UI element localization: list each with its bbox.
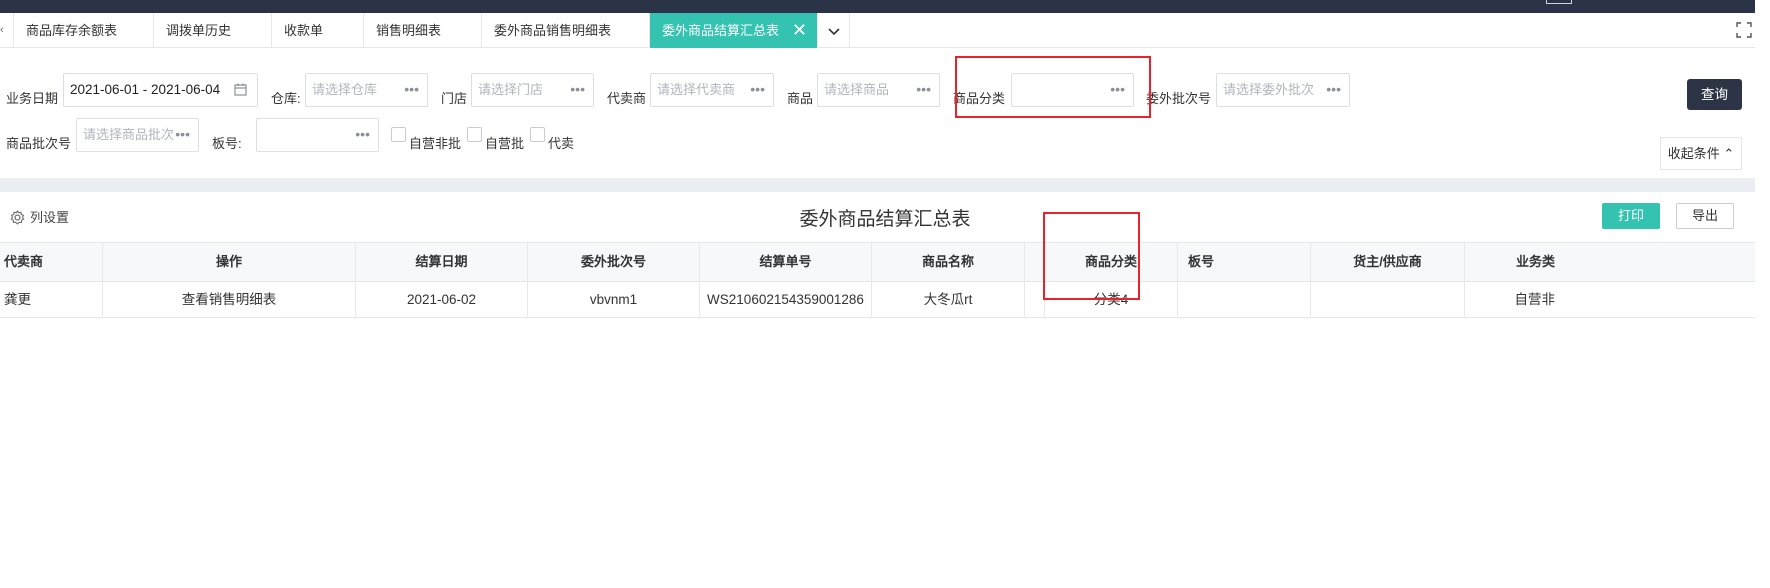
cell-product-name: 大冬瓜rt — [872, 282, 1025, 317]
store-label: 门店 — [441, 91, 468, 106]
tab-label: 委外商品销售明细表 — [494, 23, 612, 38]
report-title: 委外商品结算汇总表 — [799, 209, 971, 230]
date-range-value: 2021-06-01 - 2021-06-04 — [70, 82, 221, 97]
highlight-box-category-filter — [955, 56, 1151, 118]
tab-scroll-left-icon[interactable]: ‹ — [0, 13, 14, 48]
table-row[interactable]: 龚更 查看销售明细表 2021-06-02 vbvnm1 WS210602154… — [0, 282, 1770, 318]
filter-panel — [0, 48, 1770, 178]
more-dots-icon[interactable]: ••• — [175, 119, 190, 149]
tab-label: 销售明细表 — [376, 23, 442, 38]
self-batch-checkbox[interactable] — [467, 127, 482, 142]
self-batch-label: 自营批 — [485, 136, 525, 151]
date-label: 业务日期 — [6, 91, 59, 106]
fullscreen-icon[interactable] — [1736, 22, 1752, 38]
product-label: 商品 — [787, 91, 814, 106]
collapse-conditions-button[interactable]: 收起条件 ⌃ — [1660, 137, 1742, 170]
header-agent[interactable]: 代卖商 — [0, 243, 103, 281]
outsource-batch-placeholder: 请选择委外批次 — [1223, 82, 1315, 97]
tab-label: 商品库存余额表 — [26, 23, 118, 38]
outsource-batch-select[interactable]: 请选择委外批次 ••• — [1216, 73, 1350, 107]
tab-receipt[interactable]: 收款单 — [272, 13, 364, 48]
top-bar-window-control[interactable] — [1546, 0, 1572, 4]
tab-bar: ‹ 商品库存余额表 调拨单历史 收款单 销售明细表 委外商品销售明细表 委外商品… — [0, 13, 1770, 48]
tab-inventory-balance[interactable]: 商品库存余额表 — [14, 13, 154, 48]
tab-label: 委外商品结算汇总表 — [662, 23, 780, 38]
cell-settle-date: 2021-06-02 — [356, 282, 528, 317]
tab-more-chevron-down-icon[interactable] — [818, 13, 850, 48]
more-dots-icon[interactable]: ••• — [355, 119, 370, 149]
cell-business-type: 自营非 — [1514, 292, 1556, 307]
consign-label: 代卖 — [548, 136, 575, 151]
cell-owner-supplier — [1311, 282, 1465, 317]
cell-board-no — [1178, 282, 1311, 317]
header-owner-supplier[interactable]: 货主/供应商 — [1311, 243, 1465, 281]
tab-transfer-history[interactable]: 调拨单历史 — [154, 13, 272, 48]
view-sales-detail-link[interactable]: 查看销售明细表 — [103, 282, 356, 317]
tab-label: 调拨单历史 — [166, 23, 232, 38]
query-button[interactable]: 查询 — [1687, 79, 1742, 110]
more-dots-icon[interactable]: ••• — [750, 74, 765, 104]
product-batch-label: 商品批次号 — [6, 136, 72, 151]
tab-close-icon[interactable]: ✕ — [792, 13, 807, 48]
product-batch-placeholder: 请选择商品批次 — [83, 127, 175, 142]
tab-outsourced-sales-detail[interactable]: 委外商品销售明细表 — [482, 13, 650, 48]
header-settle-no[interactable]: 结算单号 — [700, 243, 872, 281]
header-product-name[interactable]: 商品名称 — [872, 243, 1025, 281]
tab-label: 收款单 — [284, 23, 324, 38]
more-dots-icon[interactable]: ••• — [404, 74, 419, 104]
scrollbar[interactable] — [1755, 0, 1770, 588]
header-board-no[interactable]: 板号 — [1178, 243, 1311, 281]
header-spacer — [1025, 243, 1045, 281]
agent-label: 代卖商 — [607, 91, 647, 106]
date-range-input[interactable]: 2021-06-01 - 2021-06-04 — [63, 73, 258, 107]
consign-checkbox[interactable] — [530, 127, 545, 142]
outsource-batch-label: 委外批次号 — [1146, 91, 1212, 106]
tab-outsourced-settlement-summary[interactable]: 委外商品结算汇总表 ✕ — [650, 13, 818, 48]
top-app-bar — [0, 0, 1770, 13]
product-select[interactable]: 请选择商品 ••• — [817, 73, 940, 107]
header-business-type[interactable]: 业务类 — [1465, 243, 1555, 281]
agent-placeholder: 请选择代卖商 — [657, 82, 736, 97]
cell-settle-no: WS210602154359001286 — [700, 282, 872, 317]
more-dots-icon[interactable]: ••• — [1326, 74, 1341, 104]
section-divider — [0, 178, 1770, 192]
calendar-icon[interactable] — [234, 83, 247, 96]
product-batch-select[interactable]: 请选择商品批次 ••• — [76, 118, 199, 152]
cell-outsource-batch: vbvnm1 — [528, 282, 700, 317]
more-dots-icon[interactable]: ••• — [916, 74, 931, 104]
self-nonbatch-checkbox[interactable] — [391, 127, 406, 142]
self-nonbatch-label: 自营非批 — [409, 136, 462, 151]
print-button[interactable]: 打印 — [1602, 203, 1660, 229]
more-dots-icon[interactable]: ••• — [570, 74, 585, 104]
warehouse-select[interactable]: 请选择仓库 ••• — [305, 73, 428, 107]
store-placeholder: 请选择门店 — [478, 82, 544, 97]
board-label: 板号: — [212, 136, 242, 151]
agent-select[interactable]: 请选择代卖商 ••• — [650, 73, 774, 107]
tab-sales-detail[interactable]: 销售明细表 — [364, 13, 482, 48]
product-placeholder: 请选择商品 — [824, 82, 890, 97]
warehouse-label: 仓库: — [271, 91, 301, 106]
cell-spacer — [1025, 282, 1045, 317]
header-settle-date[interactable]: 结算日期 — [356, 243, 528, 281]
store-select[interactable]: 请选择门店 ••• — [471, 73, 594, 107]
warehouse-placeholder: 请选择仓库 — [312, 82, 378, 97]
export-button[interactable]: 导出 — [1676, 203, 1734, 229]
cell-agent: 龚更 — [0, 282, 103, 317]
highlight-box-category-column — [1043, 212, 1140, 300]
header-operation[interactable]: 操作 — [103, 243, 356, 281]
board-select[interactable]: ••• — [256, 118, 379, 152]
table-header-row: 代卖商 操作 结算日期 委外批次号 结算单号 商品名称 商品分类 板号 货主/供… — [0, 242, 1770, 282]
header-outsource-batch[interactable]: 委外批次号 — [528, 243, 700, 281]
